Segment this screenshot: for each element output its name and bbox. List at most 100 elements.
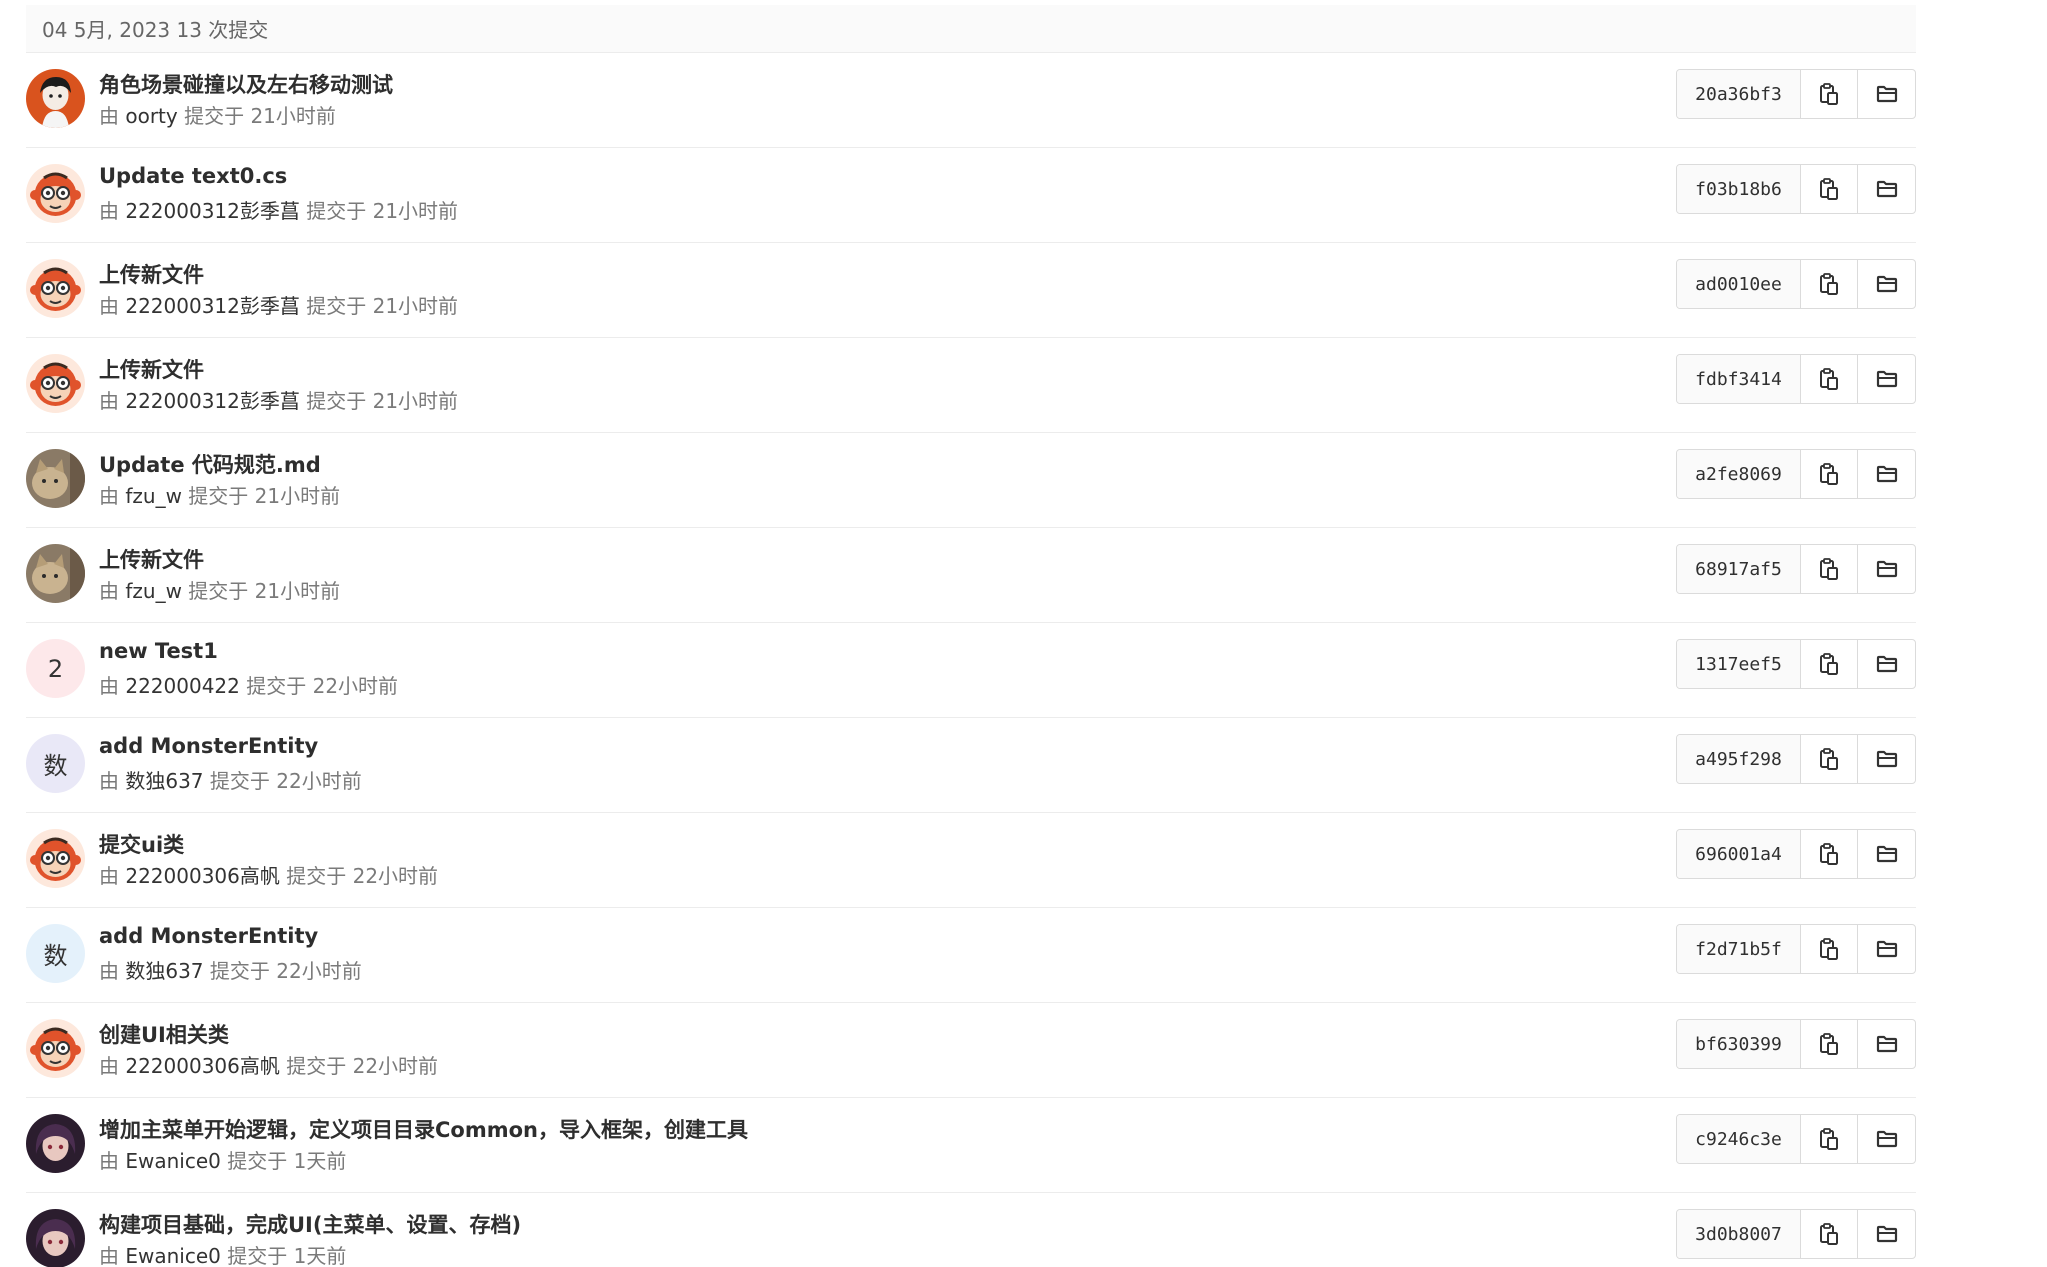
commit-author[interactable]: fzu_w [125,579,182,603]
copy-sha-button[interactable] [1801,260,1858,308]
committed-label: 提交于 [279,864,353,888]
commit-row: Update text0.cs 由 222000312彭季菖 提交于 21小时前 f… [26,148,1916,243]
monkey-avatar[interactable] [26,829,85,888]
browse-files-button[interactable] [1858,450,1915,498]
avatar-letter: 2 [47,654,64,683]
commit-row: 上传新文件由 222000312彭季菖 提交于 21小时前 fdbf3414 [26,338,1916,433]
commit-sha-button[interactable]: a2fe8069 [1677,450,1801,498]
browse-files-button[interactable] [1858,70,1915,118]
clipboard-icon [1820,1223,1838,1245]
cat-avatar[interactable] [26,449,85,508]
commit-title[interactable]: 增加主菜单开始逻辑，定义项目目录Common，导入框架，创建工具 [99,1114,748,1144]
browse-files-button[interactable] [1858,260,1915,308]
commit-author[interactable]: 222000312彭季菖 [125,389,300,413]
browse-files-button[interactable] [1858,925,1915,973]
commit-author[interactable]: Ewanice0 [125,1244,221,1267]
committed-label: 提交于 [299,294,373,318]
commit-meta: 由 fzu_w 提交于 21小时前 [99,480,340,509]
monkey-avatar[interactable] [26,1019,85,1078]
browse-files-button[interactable] [1858,640,1915,688]
copy-sha-button[interactable] [1801,70,1858,118]
day-header: 04 5月, 2023 13 次提交 [26,5,1916,53]
folder-icon [1876,655,1897,673]
commit-title[interactable]: 提交ui类 [99,829,184,859]
by-label: 由 [99,769,126,793]
commit-sha-button[interactable]: 20a36bf3 [1677,70,1801,118]
browse-files-button[interactable] [1858,165,1915,213]
commit-time: 22小时前 [352,1054,439,1078]
copy-sha-button[interactable] [1801,545,1858,593]
clipboard-icon [1820,558,1838,580]
browse-files-button[interactable] [1858,735,1915,783]
commit-title[interactable]: add MonsterEntity [99,734,318,758]
monkey-avatar[interactable] [26,354,85,413]
monkey-avatar[interactable] [26,164,85,223]
commit-author[interactable]: 数独637 [125,959,203,983]
copy-sha-button[interactable] [1801,355,1858,403]
anime-avatar[interactable] [26,69,85,128]
cat-avatar[interactable] [26,544,85,603]
commit-author[interactable]: oorty [125,104,177,128]
commit-author[interactable]: 222000306高帆 [125,1054,280,1078]
commit-author[interactable]: 222000306高帆 [125,864,280,888]
commit-sha-button[interactable]: 3d0b8007 [1677,1210,1801,1258]
commit-title[interactable]: 构建项目基础，完成UI(主菜单、设置、存档) [99,1209,521,1239]
browse-files-button[interactable] [1858,1115,1915,1163]
monkey-avatar[interactable] [26,259,85,318]
copy-sha-button[interactable] [1801,450,1858,498]
copy-sha-button[interactable] [1801,735,1858,783]
browse-files-button[interactable] [1858,355,1915,403]
copy-sha-button[interactable] [1801,830,1858,878]
commit-sha-button[interactable]: 68917af5 [1677,545,1801,593]
browse-files-button[interactable] [1858,830,1915,878]
by-label: 由 [99,579,126,603]
commit-author[interactable]: 数独637 [125,769,203,793]
copy-sha-button[interactable] [1801,1210,1858,1258]
commit-title[interactable]: Update 代码规范.md [99,449,321,479]
committed-label: 提交于 [181,484,255,508]
avatar-letter: 数 [43,942,68,970]
commit-title[interactable]: add MonsterEntity [99,924,318,948]
commit-author[interactable]: 222000422 [125,674,240,698]
browse-files-button[interactable] [1858,1210,1915,1258]
commit-row: 2 new Test1 由 222000422 提交于 22小时前 1317eef5 [26,623,1916,718]
browse-files-button[interactable] [1858,545,1915,593]
commit-sha-button[interactable]: f03b18b6 [1677,165,1801,213]
commit-meta: 由 Ewanice0 提交于 1天前 [99,1240,346,1267]
letter-avatar[interactable]: 数 [26,734,85,793]
commit-sha-button[interactable]: 696001a4 [1677,830,1801,878]
portrait-avatar[interactable] [26,1114,85,1173]
commit-sha-button[interactable]: c9246c3e [1677,1115,1801,1163]
commit-sha-button[interactable]: f2d71b5f [1677,925,1801,973]
commit-author[interactable]: 222000312彭季菖 [125,294,300,318]
copy-sha-button[interactable] [1801,1020,1858,1068]
browse-files-button[interactable] [1858,1020,1915,1068]
copy-sha-button[interactable] [1801,925,1858,973]
commit-time: 22小时前 [312,674,399,698]
letter-avatar[interactable]: 2 [26,639,85,698]
commit-sha-button[interactable]: fdbf3414 [1677,355,1801,403]
commit-actions: bf630399 [1676,1019,1916,1069]
commit-title[interactable]: Update text0.cs [99,164,287,188]
commit-meta: 由 oorty 提交于 21小时前 [99,100,336,129]
commit-title[interactable]: new Test1 [99,639,218,663]
commit-title[interactable]: 创建UI相关类 [99,1019,229,1049]
letter-avatar[interactable]: 数 [26,924,85,983]
copy-sha-button[interactable] [1801,1115,1858,1163]
commit-sha-button[interactable]: 1317eef5 [1677,640,1801,688]
commit-author[interactable]: 222000312彭季菖 [125,199,300,223]
commit-sha-button[interactable]: ad0010ee [1677,260,1801,308]
commit-title[interactable]: 角色场景碰撞以及左右移动测试 [99,69,393,99]
copy-sha-button[interactable] [1801,640,1858,688]
commit-title[interactable]: 上传新文件 [99,259,204,289]
copy-sha-button[interactable] [1801,165,1858,213]
commit-sha-button[interactable]: a495f298 [1677,735,1801,783]
commit-sha-button[interactable]: bf630399 [1677,1020,1801,1068]
portrait-avatar[interactable] [26,1209,85,1267]
commit-title[interactable]: 上传新文件 [99,544,204,574]
clipboard-icon [1820,368,1838,390]
commit-title[interactable]: 上传新文件 [99,354,204,384]
commit-author[interactable]: fzu_w [125,484,182,508]
commit-author[interactable]: Ewanice0 [125,1149,221,1173]
folder-icon [1876,370,1897,388]
